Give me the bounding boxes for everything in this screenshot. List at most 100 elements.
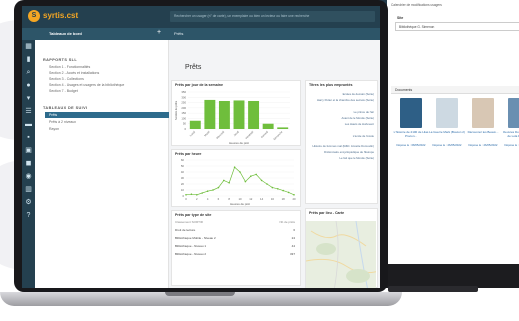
- top-title-item[interactable]: Le fait que le Monde (Série): [310, 156, 374, 160]
- help-icon[interactable]: ?: [22, 209, 35, 222]
- document-title[interactable]: Oeuvres Documentaires de Lola Renard...: [501, 130, 519, 138]
- document-cover[interactable]: [508, 98, 519, 128]
- nav-item-active[interactable]: Prêts: [45, 112, 169, 118]
- bar: [277, 127, 289, 129]
- calendar-icon[interactable]: ▣: [22, 144, 35, 157]
- sub-bar: Tableaux de bord + Prêts: [22, 28, 380, 40]
- y-tick-label: 200: [181, 106, 186, 110]
- row-value: 24: [291, 236, 295, 240]
- location-map[interactable]: [306, 221, 376, 288]
- top-title-item[interactable]: Le prince de l'air: [310, 110, 374, 114]
- bookmark-icon[interactable]: ▾: [22, 92, 35, 105]
- x-tick-label: 4: [207, 197, 209, 201]
- search-input[interactable]: Rechercher un usager (n° de carte), un e…: [170, 11, 375, 22]
- globe-icon[interactable]: ◉: [22, 170, 35, 183]
- add-dashboard-button[interactable]: +: [157, 29, 161, 36]
- dashboard-title: Tableaux de bord: [49, 31, 82, 36]
- map-drawing: [306, 221, 376, 288]
- list-icon[interactable]: ☰: [22, 105, 35, 118]
- y-tick-label: 350: [181, 90, 186, 94]
- laptop-notch: [165, 292, 235, 296]
- x-tick-label: Jeudi: [232, 130, 240, 138]
- y-tick-label: 10: [181, 188, 185, 192]
- chart-icon[interactable]: ▥: [22, 183, 35, 196]
- top-title-item[interactable]: Les Hauts de Hurlevent: [310, 122, 374, 126]
- top-title-item[interactable]: L'école de l'école: [310, 134, 374, 138]
- x-axis-label: Heures de prêt: [229, 141, 249, 145]
- document-cover[interactable]: [436, 98, 458, 128]
- x-tick-label: 6: [218, 197, 220, 201]
- data-point: [223, 179, 225, 182]
- x-tick-label: 2: [196, 197, 198, 201]
- site-select[interactable]: Bibliothèque G. Simenon ⇕: [395, 22, 519, 31]
- bar: [233, 100, 245, 129]
- document-title[interactable]: La Guerre Mark (Bouton 2): [429, 130, 465, 135]
- bar: [189, 120, 201, 129]
- nav-section-title: RAPPORTS SLL: [43, 58, 78, 62]
- x-tick-label: Samedi: [260, 130, 269, 139]
- laptop-screen: S syrtis.cst Rechercher un usager (n° de…: [22, 6, 380, 288]
- bar: [218, 100, 230, 129]
- nav-item[interactable]: Section 2 - Accès et installations: [49, 71, 99, 75]
- data-point: [271, 186, 274, 189]
- card-icon[interactable]: ▬: [22, 118, 35, 131]
- x-tick-label: 8: [228, 197, 230, 201]
- nav-item[interactable]: Section 7 - Budget: [49, 89, 78, 93]
- table-row: Bibliothèque - Niveau 2 337: [175, 252, 295, 256]
- document-title[interactable]: Découvrez les Beaux...: [465, 130, 501, 135]
- gear-icon[interactable]: ⚙: [22, 196, 35, 209]
- nav-item[interactable]: Rayon: [49, 127, 59, 131]
- nav-item[interactable]: Section 4 - Usages et usagers de la bibl…: [49, 83, 124, 87]
- y-tick-label: 40: [181, 170, 185, 174]
- top-title-item[interactable]: Histoire de femmes mal (R&D. Annette Dum…: [310, 144, 374, 148]
- document-cover[interactable]: [472, 98, 494, 128]
- y-tick-label: 300: [181, 95, 186, 99]
- bar: [262, 123, 274, 129]
- nav-item[interactable]: Section 3 - Collections: [49, 77, 84, 81]
- y-tick-label: 20: [181, 182, 185, 186]
- top-title-item[interactable]: Ecoles de demain (Série): [310, 92, 374, 96]
- nav-item[interactable]: Prêts à 2 niveaux: [49, 120, 76, 124]
- dashboard-icon[interactable]: ▦: [22, 40, 35, 53]
- data-point: [255, 173, 257, 176]
- chat-icon[interactable]: ▪: [22, 131, 35, 144]
- nav-item[interactable]: Section 1 - Fonctionnalités: [49, 65, 90, 69]
- row-label: Bibliothèque - Niveau 1: [175, 244, 207, 248]
- row-value: 6: [293, 228, 295, 232]
- site-label: Site: [397, 16, 404, 20]
- report-nav: RAPPORTS SLL Section 1 - Fonctionnalités…: [35, 40, 169, 288]
- search-icon[interactable]: ⌕: [22, 66, 35, 79]
- document-date: Dépose le : 26/05/2022: [504, 143, 519, 147]
- site-select-value: Bibliothèque G. Simenon: [399, 25, 435, 29]
- data-point: [244, 180, 247, 183]
- x-tick-label: 10: [238, 197, 242, 201]
- weekday-bar-chart: 050 100150200250 300350 Lundi Mardi Mercredi J…: [174, 90, 290, 145]
- top-bar: S syrtis.cst Rechercher un usager (n° de…: [22, 6, 380, 28]
- book-icon[interactable]: ▮: [22, 53, 35, 66]
- row-label: Bibliothèque - Niveau 2: [175, 252, 207, 256]
- user-icon[interactable]: ●: [22, 79, 35, 92]
- scene: ▤ ⚙ ? Calendrier de modifications usager…: [0, 0, 519, 321]
- data-point: [217, 186, 220, 189]
- x-tick-label: 16: [271, 197, 275, 201]
- document-date: Dépose le : 08/05/2022: [396, 143, 426, 147]
- x-tick-label: Vendredi: [244, 130, 254, 140]
- y-tick-label: 30: [181, 176, 185, 180]
- document-date: Dépose le : 26/05/2022: [468, 143, 498, 147]
- icon-rail: ▦ ▮ ⌕ ● ▾ ☰ ▬ ▪ ▣ ◼ ◉ ▥ ⚙ ?: [22, 40, 35, 288]
- data-point: [212, 189, 214, 191]
- top-title-item[interactable]: Dictionnaire encyclopédique de l'Europe: [310, 150, 374, 154]
- y-tick-label: 60: [181, 158, 185, 162]
- y-tick-label: 0: [182, 194, 184, 198]
- document-cover[interactable]: [400, 98, 422, 128]
- top-title-item[interactable]: Harry Potter et la chambre des secrets (…: [310, 98, 374, 102]
- y-tick-label: 250: [181, 101, 186, 105]
- x-tick-label: Mercredi: [215, 130, 225, 140]
- top-title-item[interactable]: Avant de le Monde (Série): [310, 116, 374, 120]
- data-point: [185, 194, 187, 196]
- bar: [248, 100, 260, 129]
- card-title: Prêts par type de site: [175, 213, 212, 217]
- truck-icon[interactable]: ◼: [22, 157, 35, 170]
- monitor-screen: ▤ ⚙ ? Calendrier de modifications usager…: [373, 0, 519, 264]
- document-title[interactable]: L'histoire de 2100 de Lilas Procon...: [393, 130, 429, 138]
